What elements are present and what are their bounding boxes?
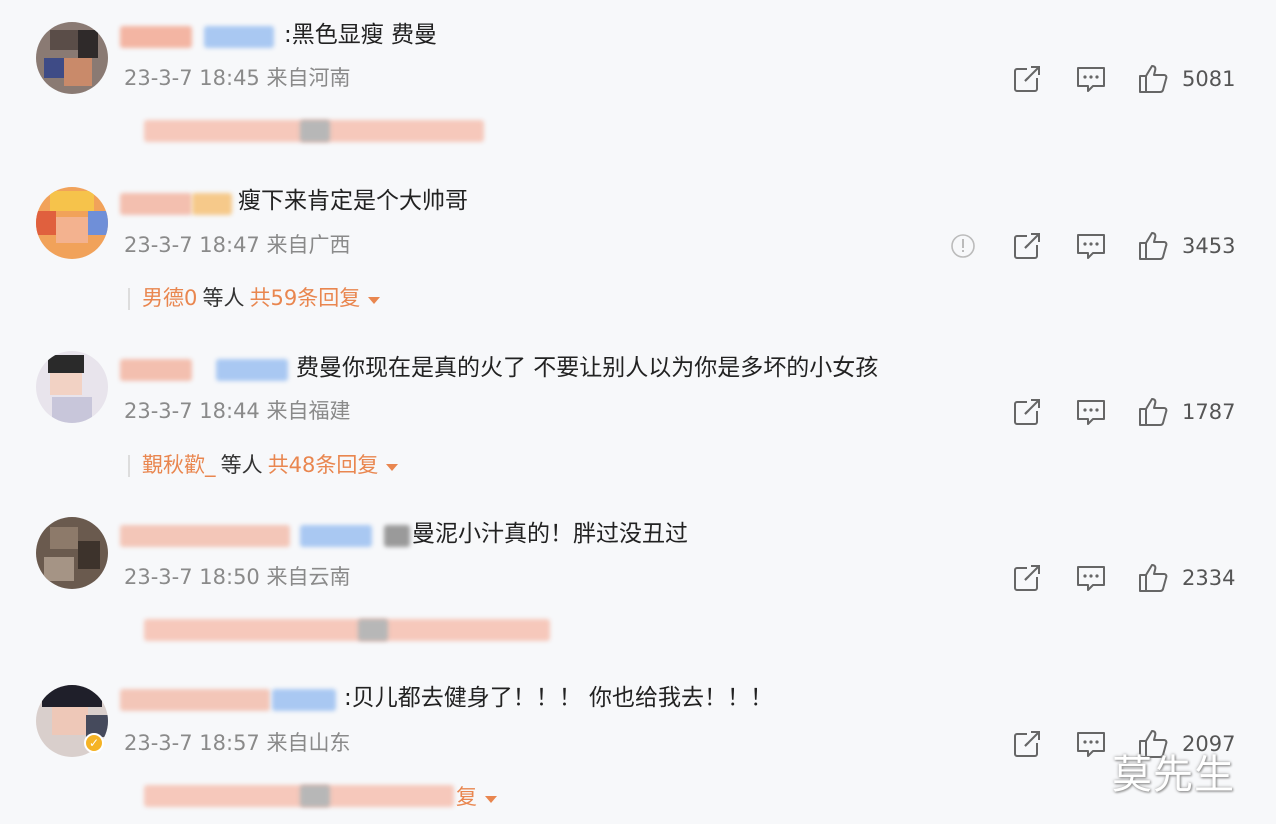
like-count: 5081 xyxy=(1182,67,1236,91)
comment-actions: 5081 xyxy=(0,62,1276,98)
reply-etc: 等人 xyxy=(220,453,263,477)
comment-actions: 2097 xyxy=(0,727,1276,763)
like-count: 3453 xyxy=(1182,234,1236,258)
reply-preview-blurred xyxy=(144,785,454,807)
reply-summary[interactable]: 覲秋歡_ 等人 共48条回复 xyxy=(128,451,399,479)
chevron-down-icon[interactable] xyxy=(386,464,399,471)
comment-actions: 1787 xyxy=(0,395,1276,431)
comment-icon[interactable] xyxy=(1074,561,1108,595)
comment-icon[interactable] xyxy=(1074,395,1108,429)
reply-username[interactable]: 覲秋歡_ xyxy=(142,453,216,477)
comment-text: :黑色显瘦 费曼 xyxy=(284,22,438,48)
comment-item: ✓ :贝儿都去健身了！！！ 你也给我去！！！ 23-3-7 18:57 来自山东… xyxy=(0,667,1276,824)
username-blurred[interactable] xyxy=(120,689,270,711)
chevron-down-icon[interactable] xyxy=(368,297,381,304)
thumbs-up-icon[interactable] xyxy=(1136,229,1170,263)
comment-item: :黑色显瘦 费曼 23-3-7 18:45 来自河南 5081 xyxy=(0,0,1276,165)
badge-blurred xyxy=(300,525,372,547)
share-icon[interactable] xyxy=(1010,727,1044,761)
comment-text: 瘦下来肯定是个大帅哥 xyxy=(238,188,468,214)
share-icon[interactable] xyxy=(1010,62,1044,96)
reply-count[interactable]: 共59条回复 xyxy=(250,286,361,310)
warning-icon[interactable] xyxy=(946,229,980,263)
comment-item: 曼泥小汁真的！胖过没丑过 23-3-7 18:50 来自云南 2334 xyxy=(0,501,1276,667)
username-blurred[interactable] xyxy=(120,193,192,215)
badge-blurred xyxy=(204,26,274,48)
thumbs-up-icon[interactable] xyxy=(1136,395,1170,429)
reply-preview-blurred xyxy=(300,785,330,807)
comment-text: 费曼你现在是真的火了 不要让别人以为你是多坏的小女孩 xyxy=(296,355,879,381)
badge-blurred xyxy=(192,193,232,215)
reply-etc: 等人 xyxy=(202,286,245,310)
like-count: 1787 xyxy=(1182,400,1236,424)
reply-count[interactable]: 共48条回复 xyxy=(268,453,379,477)
reply-divider xyxy=(128,455,130,477)
comment-text: 曼泥小汁真的！胖过没丑过 xyxy=(412,521,688,547)
thumbs-up-icon[interactable] xyxy=(1136,561,1170,595)
reply-username[interactable]: 男德0 xyxy=(142,286,197,310)
reply-summary[interactable]: 男德0 等人 共59条回复 xyxy=(128,284,381,312)
share-icon[interactable] xyxy=(1010,561,1044,595)
comment-icon[interactable] xyxy=(1074,727,1108,761)
thumbs-up-icon[interactable] xyxy=(1136,62,1170,96)
username-blurred[interactable] xyxy=(120,359,192,381)
comment-item: 费曼你现在是真的火了 不要让别人以为你是多坏的小女孩 23-3-7 18:44 … xyxy=(0,333,1276,501)
like-count: 2334 xyxy=(1182,566,1236,590)
reply-count[interactable]: 复 xyxy=(456,785,477,809)
username-blurred[interactable] xyxy=(120,525,290,547)
reply-divider xyxy=(128,288,130,310)
badge-blurred xyxy=(272,689,336,711)
comment-text: :贝儿都去健身了！！！ 你也给我去！！！ xyxy=(344,685,774,711)
username-blurred[interactable] xyxy=(120,26,192,48)
comment-icon[interactable] xyxy=(1074,229,1108,263)
reply-preview-blurred xyxy=(300,120,330,142)
reply-preview-blurred xyxy=(144,619,550,641)
watermark: 莫先生 xyxy=(1112,752,1235,798)
comment-icon[interactable] xyxy=(1074,62,1108,96)
badge-blurred xyxy=(384,525,410,547)
reply-summary[interactable]: 复 xyxy=(456,783,497,811)
share-icon[interactable] xyxy=(1010,395,1044,429)
comment-item: 瘦下来肯定是个大帅哥 23-3-7 18:47 来自广西 3453 男德0 等人… xyxy=(0,165,1276,333)
comment-actions: 2334 xyxy=(0,561,1276,597)
chevron-down-icon[interactable] xyxy=(485,796,497,803)
badge-blurred xyxy=(216,359,288,381)
reply-preview-blurred xyxy=(358,619,388,641)
share-icon[interactable] xyxy=(1010,229,1044,263)
comment-actions: 3453 xyxy=(0,229,1276,265)
